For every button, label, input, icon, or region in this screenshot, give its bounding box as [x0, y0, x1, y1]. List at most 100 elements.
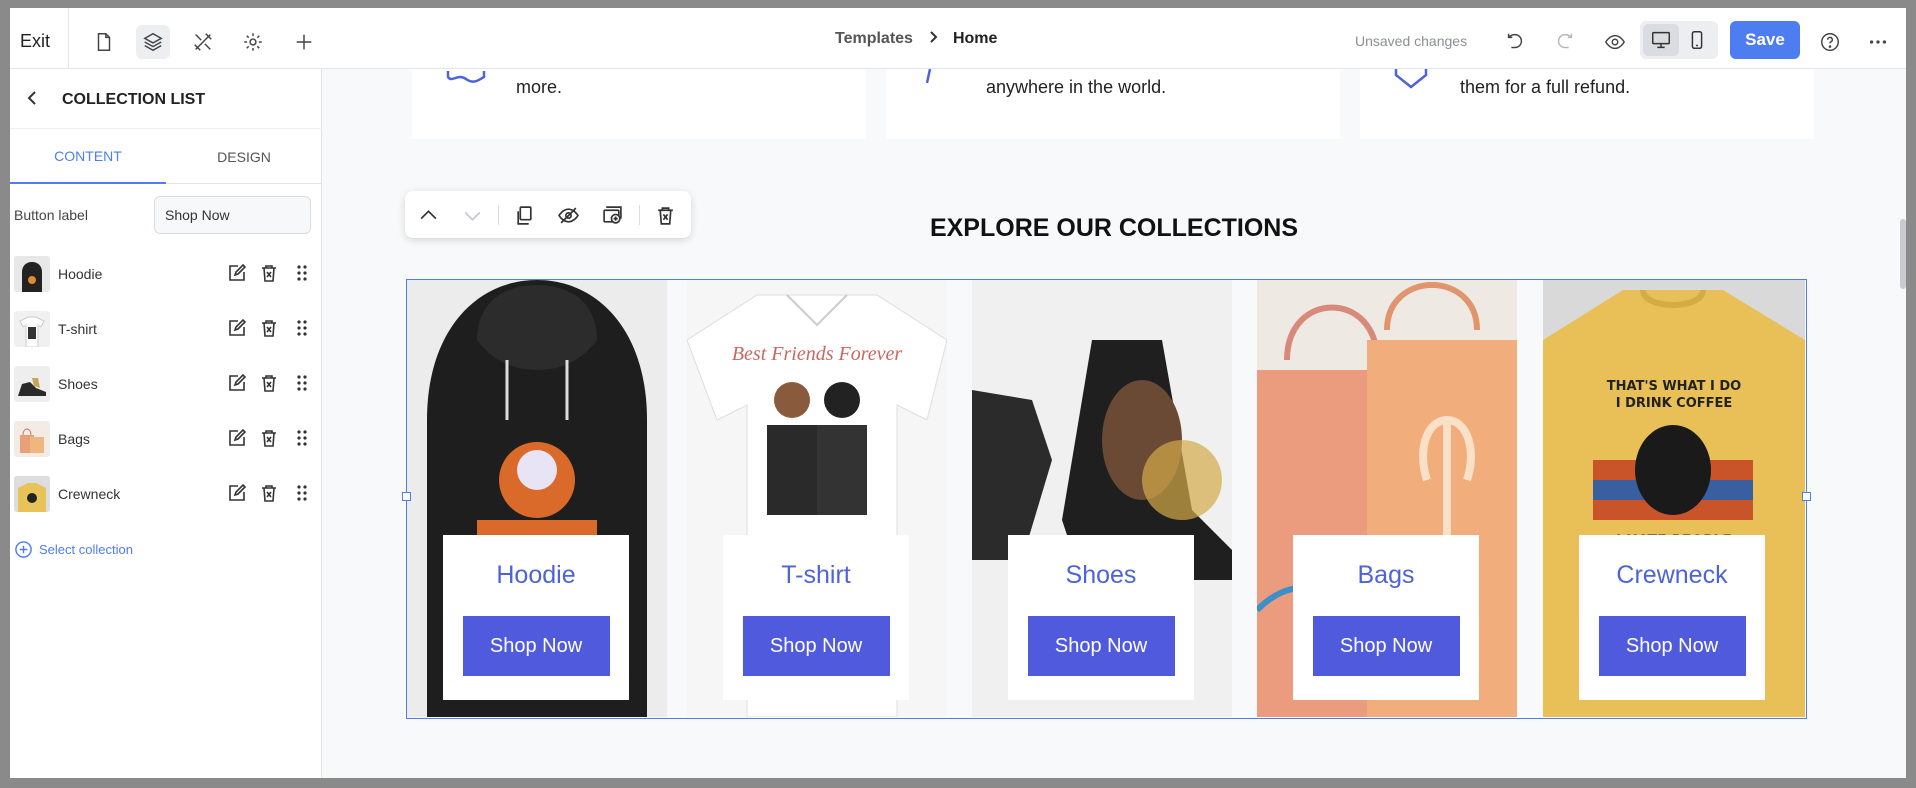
info-card-text: them for a full refund. [1460, 77, 1631, 97]
collection-title[interactable]: Crewneck [1616, 561, 1727, 590]
exit-button[interactable]: Exit [20, 31, 50, 52]
breadcrumb: Templates Home [835, 30, 997, 48]
section-title: EXPLORE OUR COLLECTIONS [929, 214, 1299, 242]
collection-item[interactable]: Bags [10, 417, 322, 465]
drag-handle-icon[interactable] [291, 262, 313, 284]
help-icon[interactable] [1813, 25, 1847, 59]
collection-card-overlay: T-shirt Shop Now [723, 535, 909, 700]
tab-design[interactable]: DESIGN [166, 129, 322, 184]
edit-icon[interactable] [226, 482, 248, 504]
collection-title[interactable]: Hoodie [496, 561, 575, 590]
shield-icon [1394, 69, 1428, 89]
collection-item[interactable]: Shoes [10, 362, 322, 410]
collection-item-label: Crewneck [58, 486, 121, 502]
desktop-icon[interactable] [1643, 24, 1679, 56]
edit-icon[interactable] [226, 317, 248, 339]
unsaved-status: Unsaved changes [1355, 33, 1468, 49]
pages-icon[interactable] [87, 25, 121, 59]
svg-text:THAT'S WHAT I DO: THAT'S WHAT I DO [1607, 379, 1741, 394]
collection-item[interactable]: Crewneck [10, 472, 322, 520]
design-tools-icon[interactable] [186, 25, 220, 59]
wave-icon [446, 71, 486, 83]
shop-now-button[interactable]: Shop Now [742, 616, 890, 676]
collection-card-overlay: Shoes Shop Now [1008, 535, 1194, 700]
tab-content[interactable]: CONTENT [10, 129, 166, 184]
page-canvas: more. anywhere in the world. them for a … [322, 69, 1906, 778]
collection-card-overlay: Hoodie Shop Now [443, 535, 629, 700]
collection-card[interactable]: Shoes Shop Now [972, 280, 1232, 717]
drag-handle-icon[interactable] [291, 372, 313, 394]
delete-icon[interactable] [258, 427, 280, 449]
collection-title[interactable]: T-shirt [781, 561, 850, 590]
select-collection-button[interactable]: Select collection [14, 540, 133, 559]
drag-handle-icon[interactable] [291, 482, 313, 504]
delete-icon[interactable] [258, 262, 280, 284]
select-collection-label: Select collection [39, 542, 133, 557]
collection-card[interactable]: THAT'S WHAT I DO I DRINK COFFEE I HATE P… [1543, 280, 1805, 717]
mobile-icon[interactable] [1679, 24, 1715, 56]
collection-card-overlay: Bags Shop Now [1293, 535, 1479, 700]
undo-icon[interactable] [1498, 25, 1532, 59]
collection-title[interactable]: Bags [1358, 561, 1415, 590]
gear-icon[interactable] [236, 25, 270, 59]
breadcrumb-templates[interactable]: Templates [835, 30, 913, 48]
delete-icon[interactable] [258, 482, 280, 504]
info-card-text: more. [516, 77, 563, 97]
collection-card[interactable]: Best Friends Forever T-shirt Shop Now [687, 280, 947, 717]
collection-item-label: Shoes [58, 376, 98, 392]
breadcrumb-home: Home [952, 30, 998, 47]
plus-circle-icon [15, 541, 32, 558]
button-label-label: Button label [14, 207, 88, 223]
layers-icon[interactable] [136, 25, 170, 59]
edit-icon[interactable] [226, 427, 248, 449]
settings-panel: COLLECTION LIST CONTENT DESIGN Button la… [10, 69, 322, 778]
back-icon[interactable] [24, 89, 44, 109]
collection-title[interactable]: Shoes [1066, 561, 1137, 590]
crewneck-thumbnail [14, 476, 50, 512]
collection-item-label: Hoodie [58, 266, 103, 282]
plane-icon [926, 69, 932, 84]
resize-handle-left[interactable] [402, 492, 411, 501]
collection-card[interactable]: Bags Shop Now [1257, 280, 1517, 717]
editor-window: Exit Templates Home Unsaved changes Save… [10, 8, 1906, 778]
info-card: anywhere in the world. [886, 69, 1340, 139]
more-icon[interactable] [1861, 25, 1895, 59]
redo-icon[interactable] [1548, 25, 1582, 59]
hoodie-thumbnail [14, 256, 50, 292]
button-label-input[interactable] [154, 196, 311, 234]
drag-handle-icon[interactable] [291, 317, 313, 339]
drag-handle-icon[interactable] [291, 427, 313, 449]
divider [68, 8, 69, 69]
scrollbar[interactable] [1900, 219, 1906, 289]
shop-now-button[interactable]: Shop Now [1027, 616, 1175, 676]
panel-tabs: CONTENT DESIGN [10, 129, 322, 184]
collection-item-label: T-shirt [58, 321, 97, 337]
svg-text:I DRINK COFFEE: I DRINK COFFEE [1616, 396, 1733, 411]
tshirt-thumbnail [14, 311, 50, 347]
delete-icon[interactable] [258, 372, 280, 394]
info-card: them for a full refund. [1360, 69, 1814, 139]
add-icon[interactable] [287, 25, 321, 59]
collection-item-label: Bags [58, 431, 90, 447]
collection-grid[interactable]: Hoodie Shop Now Best Friends Forever T-s… [402, 279, 1811, 719]
shop-now-button[interactable]: Shop Now [1598, 616, 1746, 676]
shoes-thumbnail [14, 366, 50, 402]
chevron-right-icon [927, 30, 939, 48]
delete-icon[interactable] [258, 317, 280, 339]
info-card: more. [412, 69, 866, 139]
shop-now-button[interactable]: Shop Now [462, 616, 610, 676]
preview-eye-icon[interactable] [1598, 25, 1632, 59]
bags-thumbnail [14, 421, 50, 457]
resize-handle-right[interactable] [1802, 492, 1811, 501]
save-button[interactable]: Save [1730, 21, 1800, 59]
svg-text:Best Friends Forever: Best Friends Forever [732, 343, 903, 365]
collection-card[interactable]: Hoodie Shop Now [407, 280, 667, 717]
collection-item[interactable]: Hoodie [10, 252, 322, 300]
edit-icon[interactable] [226, 262, 248, 284]
panel-header: COLLECTION LIST [10, 69, 322, 129]
collection-card-overlay: Crewneck Shop Now [1579, 535, 1765, 700]
top-toolbar: Exit Templates Home Unsaved changes Save [10, 8, 1906, 69]
edit-icon[interactable] [226, 372, 248, 394]
shop-now-button[interactable]: Shop Now [1312, 616, 1460, 676]
collection-item[interactable]: T-shirt [10, 307, 322, 355]
